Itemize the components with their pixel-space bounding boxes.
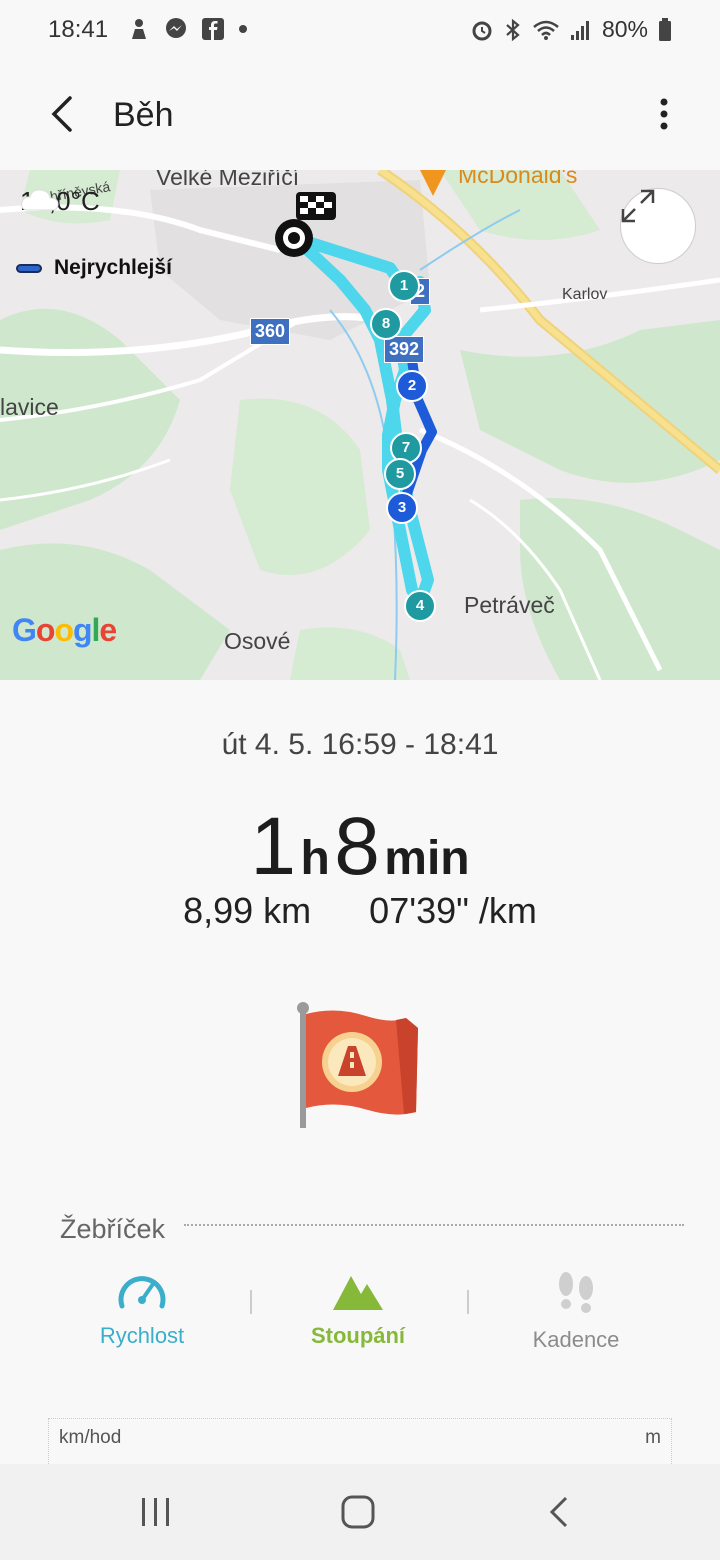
km-marker-8[interactable]: 8 bbox=[370, 308, 402, 340]
km-marker-3[interactable]: 3 bbox=[386, 492, 418, 524]
page-title: Běh bbox=[113, 96, 174, 134]
signal-icon bbox=[570, 20, 589, 40]
app-bar: Běh bbox=[0, 60, 720, 170]
tab-elevation-label: Stoupání bbox=[310, 1323, 406, 1348]
mountain-icon bbox=[333, 1276, 383, 1310]
chart-right-unit: m bbox=[645, 1427, 661, 1448]
legend-line-icon bbox=[16, 263, 42, 273]
tab-cadence[interactable]: Kadence bbox=[476, 1270, 676, 1353]
workout-duration: 1 h 8 min bbox=[0, 800, 720, 894]
nav-back-icon[interactable] bbox=[540, 1492, 580, 1532]
status-right: 80% bbox=[470, 16, 672, 43]
start-marker-icon bbox=[275, 219, 313, 257]
alarm-icon bbox=[472, 21, 492, 40]
more-options-icon[interactable] bbox=[652, 94, 676, 134]
chart-left-unit: km/hod bbox=[59, 1427, 122, 1448]
duration-hours-unit: h bbox=[300, 832, 330, 885]
tab-speed[interactable]: Rychlost bbox=[42, 1270, 242, 1349]
map-background bbox=[0, 170, 720, 680]
ladder-title: Žebříček bbox=[60, 1214, 166, 1244]
km-marker-5[interactable]: 5 bbox=[384, 458, 416, 490]
status-left-icons bbox=[128, 17, 248, 41]
map-label-mcdonalds: McDonald's bbox=[458, 170, 578, 188]
duration-minutes: 8 bbox=[334, 801, 380, 892]
google-logo: Google bbox=[12, 612, 117, 648]
legend-label: Nejrychlejší bbox=[54, 256, 172, 279]
map-label-lavice: lavice bbox=[0, 394, 59, 420]
cloud-icon bbox=[21, 189, 59, 211]
battery-percent: 80% bbox=[601, 16, 648, 42]
tab-separator bbox=[250, 1290, 252, 1314]
road-shield-392: 392 bbox=[384, 336, 425, 363]
wifi-icon bbox=[533, 20, 559, 40]
road-shield-360: 360 bbox=[250, 318, 291, 345]
route-legend: Nejrychlejší bbox=[16, 256, 172, 280]
tab-elevation[interactable]: Stoupání bbox=[258, 1270, 458, 1349]
duration-hours: 1 bbox=[250, 801, 296, 892]
home-icon[interactable] bbox=[338, 1492, 378, 1532]
km-marker-4[interactable]: 4 bbox=[404, 590, 436, 622]
tab-speed-label: Rychlost bbox=[99, 1323, 185, 1348]
workout-stats: 8,99 km 07'39" /km bbox=[0, 890, 720, 932]
metric-tabs: Rychlost Stoupání Kadence bbox=[0, 1270, 720, 1380]
messenger-icon bbox=[166, 18, 186, 38]
weather: 18,0°C bbox=[20, 186, 100, 217]
system-nav-bar bbox=[0, 1464, 720, 1560]
chart-card: km/hod m bbox=[48, 1418, 672, 1468]
back-arrow-icon[interactable] bbox=[40, 90, 88, 138]
expand-map-button[interactable] bbox=[620, 188, 696, 264]
pace: 07'39" /km bbox=[369, 890, 537, 931]
expand-icon bbox=[621, 189, 655, 223]
tab-cadence-label: Kadence bbox=[532, 1327, 620, 1352]
km-marker-1[interactable]: 1 bbox=[388, 270, 420, 302]
workout-date: út 4. 5. 16:59 - 18:41 bbox=[221, 728, 499, 761]
notification-icon bbox=[132, 19, 146, 39]
speedometer-icon bbox=[118, 1276, 166, 1309]
status-time: 18:41 bbox=[48, 16, 109, 43]
tab-separator bbox=[467, 1290, 469, 1314]
battery-icon bbox=[659, 17, 671, 41]
duration-minutes-unit: min bbox=[384, 832, 470, 885]
footprints-icon bbox=[559, 1272, 593, 1313]
mcdonalds-pin-icon bbox=[420, 170, 446, 196]
dot-icon bbox=[239, 25, 247, 33]
achievement-flag-icon[interactable] bbox=[296, 1000, 426, 1132]
map-label-petravec: Petráveč bbox=[464, 592, 555, 618]
map-label-karlov: Karlov bbox=[562, 286, 608, 303]
bluetooth-icon bbox=[506, 18, 520, 41]
recent-apps-icon[interactable] bbox=[136, 1492, 176, 1532]
distance: 8,99 km bbox=[183, 890, 312, 931]
facebook-icon bbox=[202, 18, 224, 40]
map-label-osove: Osové bbox=[224, 628, 291, 654]
ladder-divider bbox=[184, 1224, 684, 1226]
km-marker-2[interactable]: 2 bbox=[396, 370, 428, 402]
status-bar: 18:41 80% bbox=[0, 0, 720, 60]
route-map[interactable]: Velké Meziříčí McDonald's Karlov lavice … bbox=[0, 170, 720, 680]
